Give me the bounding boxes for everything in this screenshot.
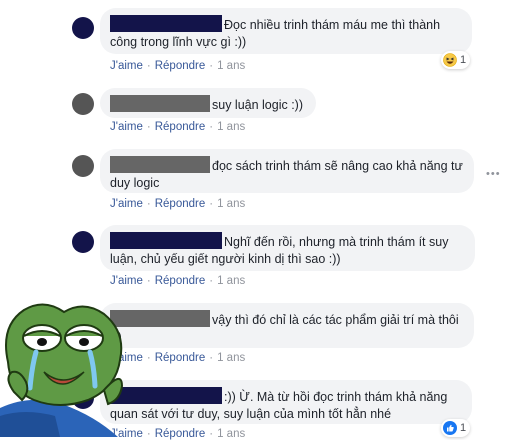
redacted-author-name[interactable] bbox=[110, 156, 210, 173]
comment-text: suy luận logic :)) bbox=[212, 98, 304, 112]
timestamp[interactable]: 1 ans bbox=[217, 275, 245, 287]
timestamp[interactable]: 1 ans bbox=[217, 121, 245, 133]
separator: · bbox=[146, 428, 151, 440]
timestamp[interactable]: 1 ans bbox=[217, 198, 245, 210]
reaction-count: 1 bbox=[460, 422, 467, 434]
haha-icon bbox=[443, 53, 457, 67]
comment-bubble: Đọc nhiều trinh thám máu me thì thành cô… bbox=[100, 8, 472, 54]
separator: · bbox=[209, 428, 214, 440]
avatar[interactable] bbox=[72, 17, 94, 39]
like-icon bbox=[443, 421, 457, 435]
redacted-author-name[interactable] bbox=[110, 95, 210, 112]
reply-link[interactable]: Répondre bbox=[155, 352, 206, 364]
avatar[interactable] bbox=[72, 93, 94, 115]
separator: · bbox=[146, 275, 151, 287]
separator: · bbox=[209, 121, 214, 133]
timestamp[interactable]: 1 ans bbox=[217, 60, 245, 72]
comment-actions: J'aime · Répondre · 1 ans bbox=[110, 121, 245, 133]
comment-actions: J'aime · Répondre · 1 ans bbox=[110, 60, 245, 72]
redacted-author-name[interactable] bbox=[110, 232, 222, 249]
crying-frog-sticker bbox=[0, 303, 124, 437]
comment-bubble: Nghĩ đến rồi, nhưng mà trinh thám ít suy… bbox=[100, 225, 475, 271]
reply-link[interactable]: Répondre bbox=[155, 121, 206, 133]
reply-link[interactable]: Répondre bbox=[155, 198, 206, 210]
comment-actions: J'aime · Répondre · 1 ans bbox=[110, 275, 245, 287]
reply-link[interactable]: Répondre bbox=[155, 60, 206, 72]
separator: · bbox=[209, 60, 214, 72]
comment-actions: J'aime · Répondre · 1 ans bbox=[110, 428, 245, 440]
separator: · bbox=[146, 121, 151, 133]
reaction-badge[interactable]: 1 bbox=[441, 51, 471, 69]
like-link[interactable]: J'aime bbox=[110, 198, 143, 210]
timestamp[interactable]: 1 ans bbox=[217, 352, 245, 364]
avatar[interactable] bbox=[72, 231, 94, 253]
separator: · bbox=[146, 352, 151, 364]
separator: · bbox=[209, 352, 214, 364]
separator: · bbox=[146, 198, 151, 210]
redacted-author-name[interactable] bbox=[110, 15, 222, 32]
more-options-icon[interactable]: ••• bbox=[486, 168, 501, 180]
like-link[interactable]: J'aime bbox=[110, 275, 143, 287]
timestamp[interactable]: 1 ans bbox=[217, 428, 245, 440]
separator: · bbox=[209, 198, 214, 210]
reply-link[interactable]: Répondre bbox=[155, 275, 206, 287]
reply-link[interactable]: Répondre bbox=[155, 428, 206, 440]
like-link[interactable]: J'aime bbox=[110, 60, 143, 72]
comment-actions: J'aime · Répondre · 1 ans bbox=[110, 352, 245, 364]
comment-bubble: suy luận logic :)) bbox=[100, 88, 316, 118]
reaction-badge[interactable]: 1 bbox=[441, 419, 471, 437]
reaction-count: 1 bbox=[460, 54, 467, 66]
comment-bubble: đọc sách trinh thám sẽ nâng cao khả năng… bbox=[100, 149, 474, 193]
avatar[interactable] bbox=[72, 155, 94, 177]
separator: · bbox=[146, 60, 151, 72]
separator: · bbox=[209, 275, 214, 287]
comment-bubble: :)) Ừ. Mà từ hồi đọc trinh thám khả năng… bbox=[100, 380, 472, 424]
comment-actions: J'aime · Répondre · 1 ans bbox=[110, 198, 245, 210]
like-link[interactable]: J'aime bbox=[110, 121, 143, 133]
comment-bubble: vậy thì đó chỉ là các tác phẩm giải trí … bbox=[100, 303, 474, 348]
